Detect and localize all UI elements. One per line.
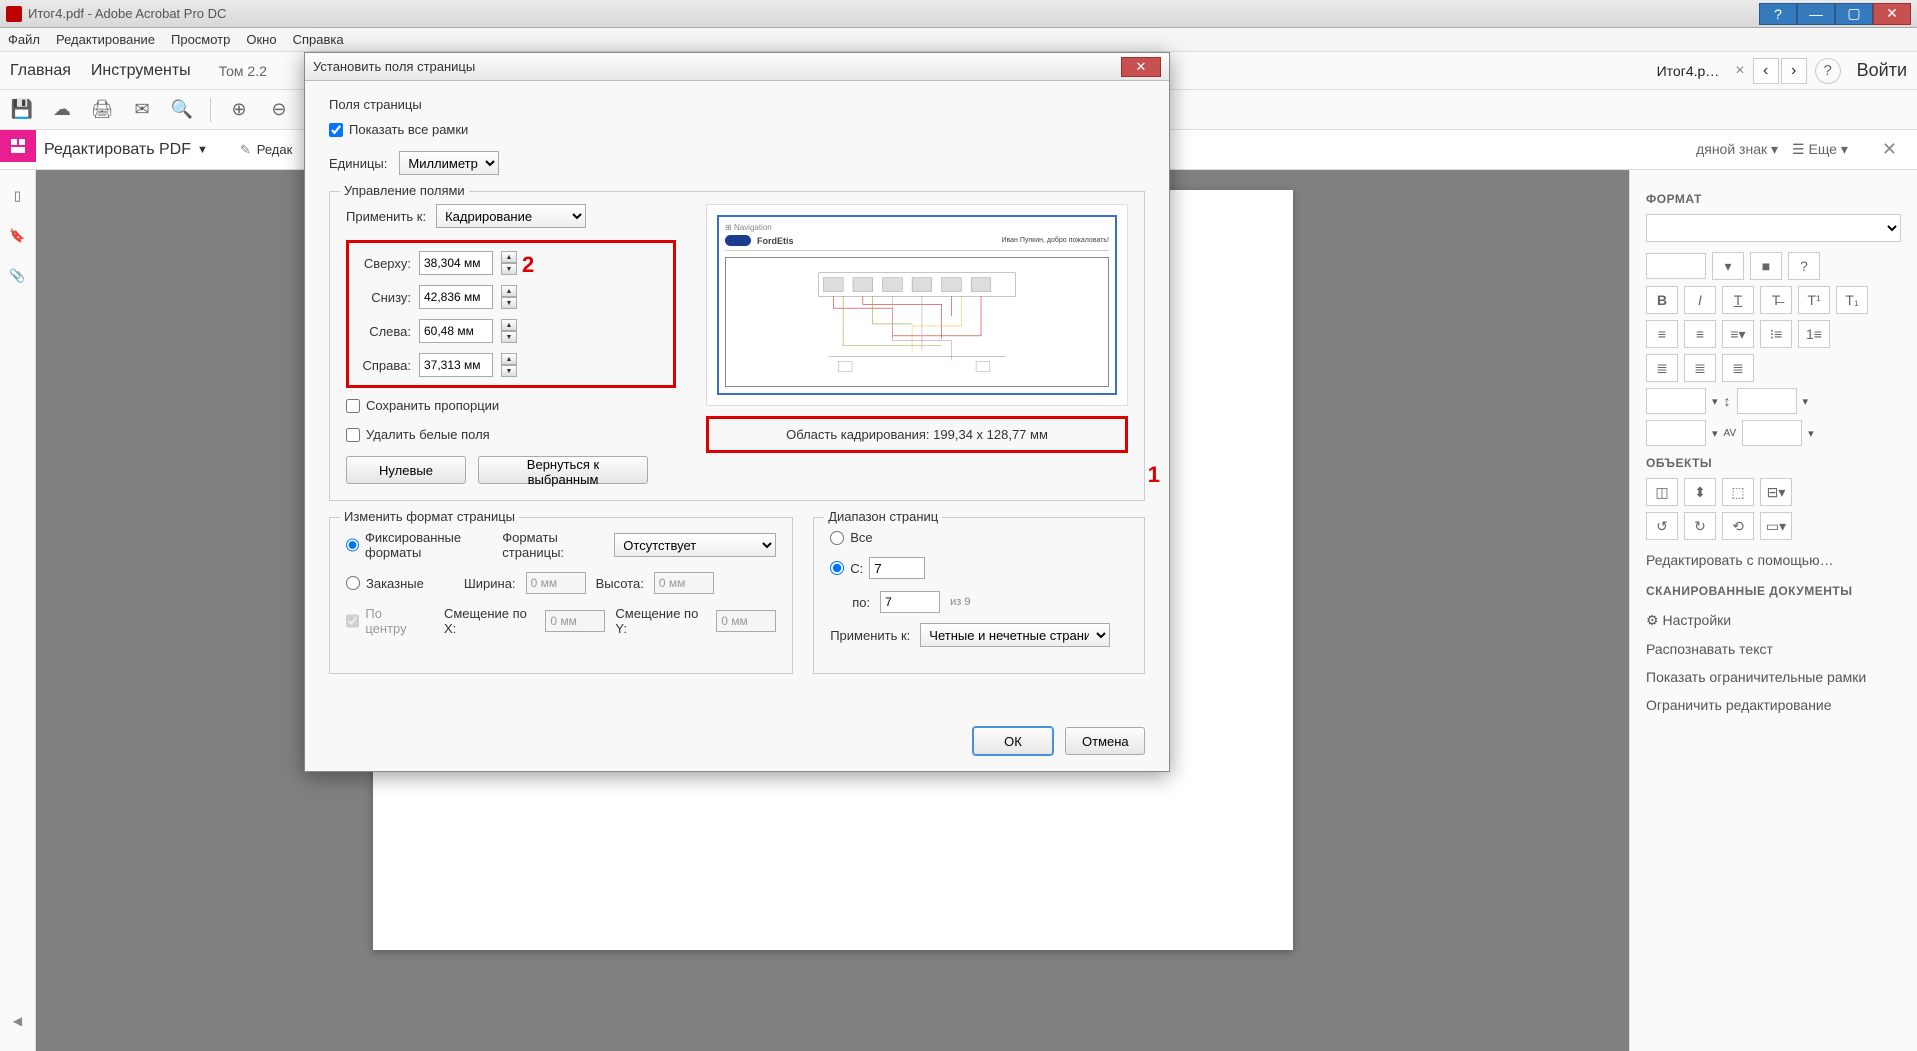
margin-mgmt-legend: Управление полями [340,183,469,198]
bottom-down-icon[interactable]: ▼ [501,297,517,309]
set-page-margins-dialog: Установить поля страницы ✕ Поля страницы… [304,52,1170,772]
page-fields-label: Поля страницы [329,97,1145,112]
units-label: Единицы: [329,156,387,171]
bottom-up-icon[interactable]: ▲ [501,285,517,297]
pages-of-label: из 9 [950,596,970,608]
pages-to-label: по: [852,595,870,610]
center-checkbox[interactable] [346,614,359,628]
keep-proportions-label: Сохранить пропорции [366,398,499,413]
apply-to-label: Применить к: [346,209,426,224]
show-frames-checkbox[interactable] [329,123,343,137]
change-format-legend: Изменить формат страницы [340,509,519,524]
height-input[interactable] [654,572,714,594]
page-formats-select[interactable]: Отсутствует [614,533,776,557]
margin-controls-box: Сверху: ▲▼ Снизу: ▲▼ Слева: [346,240,676,388]
top-down-icon[interactable]: ▼ [501,263,517,275]
page-formats-label: Форматы страницы: [502,530,604,560]
left-label: Слева: [357,324,411,339]
units-select[interactable]: Миллиметры [399,151,499,175]
show-frames-label: Показать все рамки [349,122,468,137]
top-label: Сверху: [357,256,411,271]
offset-y-input[interactable] [716,610,776,632]
custom-radio[interactable] [346,576,360,590]
pages-from-radio[interactable] [830,561,844,575]
pages-all-label: Все [850,530,872,545]
zero-button[interactable]: Нулевые [346,456,466,484]
width-input[interactable] [526,572,586,594]
remove-white-label: Удалить белые поля [366,427,490,442]
dialog-overlay: Установить поля страницы ✕ Поля страницы… [0,0,1917,1051]
page-range-legend: Диапазон страниц [824,509,942,524]
width-label: Ширина: [464,576,516,591]
apply-to-select[interactable]: Кадрирование [436,204,586,228]
remove-white-checkbox[interactable] [346,428,360,442]
bottom-label: Снизу: [357,290,411,305]
revert-button[interactable]: Вернуться к выбранным [478,456,648,484]
annotation-2: 2 [522,252,534,278]
top-up-icon[interactable]: ▲ [501,251,517,263]
left-input[interactable] [419,319,493,343]
bottom-input[interactable] [419,285,493,309]
dialog-title: Установить поля страницы [313,59,1121,74]
apply-to2-select[interactable]: Четные и нечетные страницы [920,623,1110,647]
right-up-icon[interactable]: ▲ [501,353,517,365]
height-label: Высота: [596,576,644,591]
dialog-close-icon[interactable]: ✕ [1121,57,1161,77]
custom-label: Заказные [366,576,424,591]
pages-from-label: С: [850,561,863,576]
offset-y-label: Смещение по Y: [615,606,706,636]
right-down-icon[interactable]: ▼ [501,365,517,377]
crop-area-label: Область кадрирования: 199,34 x 128,77 мм [706,416,1128,453]
page-to-input[interactable] [880,591,940,613]
cancel-button[interactable]: Отмена [1065,727,1145,755]
ok-button[interactable]: ОК [973,727,1053,755]
offset-x-input[interactable] [545,610,605,632]
left-down-icon[interactable]: ▼ [501,331,517,343]
fixed-formats-radio[interactable] [346,538,359,552]
apply-to2-label: Применить к: [830,628,910,643]
top-input[interactable] [419,251,493,275]
page-from-input[interactable] [869,557,925,579]
right-input[interactable] [419,353,493,377]
offset-x-label: Смещение по X: [444,606,535,636]
left-up-icon[interactable]: ▲ [501,319,517,331]
pages-all-radio[interactable] [830,531,844,545]
annotation-1: 1 [1148,462,1160,488]
center-label: По центру [365,606,424,636]
crop-preview: ⊞ Navigation FordEtis Иван Пупкин, добро… [706,204,1128,406]
keep-proportions-checkbox[interactable] [346,399,360,413]
right-label: Справа: [357,358,411,373]
fixed-formats-label: Фиксированные форматы [365,530,496,560]
